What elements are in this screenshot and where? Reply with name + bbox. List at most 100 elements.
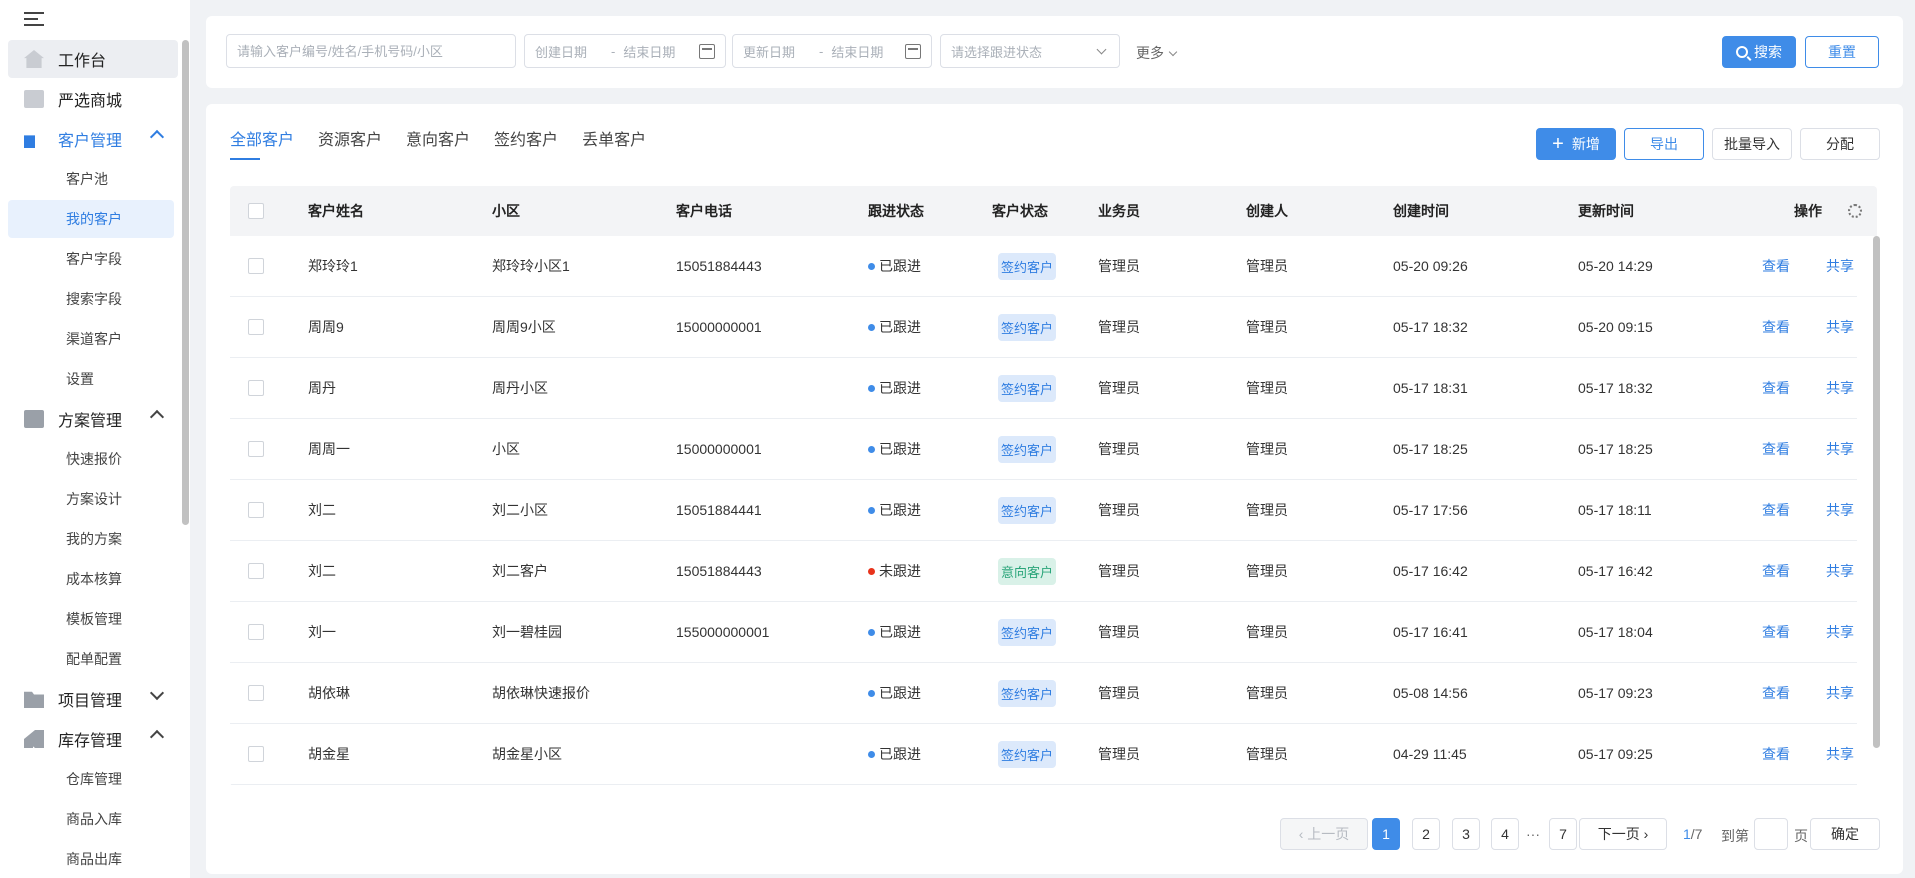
sidebar-group-project[interactable]: 项目管理 <box>8 680 178 718</box>
update-date-range[interactable]: 更新日期 - 结束日期 <box>732 34 932 68</box>
create-date-range[interactable]: 创建日期 - 结束日期 <box>524 34 726 68</box>
goto-page-input[interactable] <box>1754 818 1788 850</box>
page-button[interactable]: 1 <box>1372 818 1400 850</box>
status-dot-icon <box>868 384 875 392</box>
header-salesman[interactable]: 业务员 <box>1098 186 1140 236</box>
row-checkbox[interactable] <box>248 258 264 274</box>
sidebar-group-plan[interactable]: 方案管理 <box>8 400 178 438</box>
header-customer-status[interactable]: 客户状态 <box>992 186 1048 236</box>
row-checkbox[interactable] <box>248 441 264 457</box>
tab-signed-customers[interactable]: 签约客户 <box>494 126 558 160</box>
sidebar-item-my-plans[interactable]: 我的方案 <box>8 520 174 558</box>
search-button[interactable]: 搜索 <box>1722 36 1796 68</box>
sidebar-item-template-management[interactable]: 模板管理 <box>8 600 174 638</box>
row-checkbox[interactable] <box>248 746 264 762</box>
sidebar-item-plan-design[interactable]: 方案设计 <box>8 480 174 518</box>
header-community[interactable]: 小区 <box>492 186 520 236</box>
goto-confirm-button[interactable]: 确定 <box>1810 818 1880 850</box>
status-dot-icon <box>868 445 875 453</box>
header-created-time[interactable]: 创建时间 <box>1393 186 1449 236</box>
sidebar-item-my-customers[interactable]: 我的客户 <box>8 200 174 238</box>
header-updated-time[interactable]: 更新时间 <box>1578 186 1634 236</box>
table-row: 胡金星 胡金星小区 已跟进 签约客户 管理员 管理员 04-29 11:45 05-17 09… <box>230 724 1857 785</box>
select-all-checkbox[interactable] <box>248 203 264 219</box>
row-checkbox[interactable] <box>248 502 264 518</box>
share-link[interactable]: 共享 <box>1826 256 1854 276</box>
row-checkbox[interactable] <box>248 319 264 335</box>
header-phone[interactable]: 客户电话 <box>676 186 732 236</box>
column-settings-cell <box>1848 186 1862 236</box>
sidebar-group-stock[interactable]: 库存管理 <box>8 720 178 758</box>
sidebar-item-workbench[interactable]: 工作台 <box>8 40 178 78</box>
share-link[interactable]: 共享 <box>1826 439 1854 459</box>
page-button[interactable]: 7 <box>1549 818 1577 850</box>
tab-resource-customers[interactable]: 资源客户 <box>318 126 382 160</box>
share-link[interactable]: 共享 <box>1826 561 1854 581</box>
sidebar-group-customer[interactable]: 客户管理 <box>8 120 178 158</box>
share-link[interactable]: 共享 <box>1826 317 1854 337</box>
tab-intent-customers[interactable]: 意向客户 <box>406 126 470 160</box>
cell-view: 查看 <box>1762 663 1790 723</box>
sidebar-item-customer-pool[interactable]: 客户池 <box>8 160 174 198</box>
cell-salesman: 管理员 <box>1098 685 1140 701</box>
keyword-input[interactable] <box>237 43 515 59</box>
sidebar-item-goods-in[interactable]: 商品入库 <box>8 800 174 838</box>
sidebar-item-mall[interactable]: 严选商城 <box>8 80 178 118</box>
view-link[interactable]: 查看 <box>1762 561 1790 581</box>
view-link[interactable]: 查看 <box>1762 500 1790 520</box>
view-link[interactable]: 查看 <box>1762 744 1790 764</box>
row-select-cell <box>248 480 264 540</box>
follow-status-select[interactable]: 请选择跟进状态 <box>940 34 1120 68</box>
share-link[interactable]: 共享 <box>1826 683 1854 703</box>
tab-all-customers[interactable]: 全部客户 <box>230 126 294 160</box>
sidebar-item-warehouse[interactable]: 仓库管理 <box>8 760 174 798</box>
share-link[interactable]: 共享 <box>1826 500 1854 520</box>
view-link[interactable]: 查看 <box>1762 378 1790 398</box>
sidebar-item-order-config[interactable]: 配单配置 <box>8 640 174 678</box>
header-follow-status[interactable]: 跟进状态 <box>868 186 924 236</box>
view-link[interactable]: 查看 <box>1762 439 1790 459</box>
table-scrollbar[interactable] <box>1873 236 1880 748</box>
view-link[interactable]: 查看 <box>1762 683 1790 703</box>
share-link[interactable]: 共享 <box>1826 378 1854 398</box>
sidebar-item-search-fields[interactable]: 搜索字段 <box>8 280 174 318</box>
import-button-label: 批量导入 <box>1724 136 1780 152</box>
view-link[interactable]: 查看 <box>1762 317 1790 337</box>
menu-collapse-icon[interactable] <box>24 12 44 28</box>
sidebar-item-customer-fields[interactable]: 客户字段 <box>8 240 174 278</box>
batch-import-button[interactable]: 批量导入 <box>1712 128 1792 160</box>
reset-button[interactable]: 重置 <box>1805 36 1879 68</box>
row-checkbox[interactable] <box>248 624 264 640</box>
assign-button[interactable]: 分配 <box>1800 128 1880 160</box>
export-button[interactable]: 导出 <box>1624 128 1704 160</box>
row-checkbox[interactable] <box>248 380 264 396</box>
sidebar-item-quick-quote[interactable]: 快速报价 <box>8 440 174 478</box>
view-link[interactable]: 查看 <box>1762 256 1790 276</box>
page-ellipsis[interactable]: ··· <box>1526 826 1540 842</box>
share-link[interactable]: 共享 <box>1826 744 1854 764</box>
row-checkbox[interactable] <box>248 685 264 701</box>
tab-lost-customers[interactable]: 丢单客户 <box>582 126 646 160</box>
cell-share: 共享 <box>1826 297 1854 357</box>
view-link[interactable]: 查看 <box>1762 622 1790 642</box>
share-link[interactable]: 共享 <box>1826 622 1854 642</box>
cell-creator: 管理员 <box>1246 746 1288 762</box>
sidebar-item-goods-out[interactable]: 商品出库 <box>8 840 174 878</box>
gear-icon[interactable] <box>1848 204 1862 218</box>
more-filters-toggle[interactable]: 更多 <box>1136 43 1178 63</box>
page-button[interactable]: 4 <box>1491 818 1519 850</box>
sidebar-item-cost-accounting[interactable]: 成本核算 <box>8 560 174 598</box>
page-button[interactable]: 3 <box>1452 818 1480 850</box>
date-separator: - <box>819 43 824 59</box>
header-name[interactable]: 客户姓名 <box>308 186 364 236</box>
sidebar-item-settings[interactable]: 设置 <box>8 360 174 398</box>
header-creator[interactable]: 创建人 <box>1246 186 1288 236</box>
sidebar-scrollbar[interactable] <box>182 40 189 525</box>
keyword-search-field[interactable] <box>226 34 516 68</box>
add-customer-button[interactable]: + 新增 <box>1536 128 1616 160</box>
row-checkbox[interactable] <box>248 563 264 579</box>
prev-page-button[interactable]: ‹ 上一页 <box>1280 818 1368 850</box>
next-page-button[interactable]: 下一页 › <box>1579 818 1667 850</box>
page-button[interactable]: 2 <box>1412 818 1440 850</box>
sidebar-item-channel-customers[interactable]: 渠道客户 <box>8 320 174 358</box>
